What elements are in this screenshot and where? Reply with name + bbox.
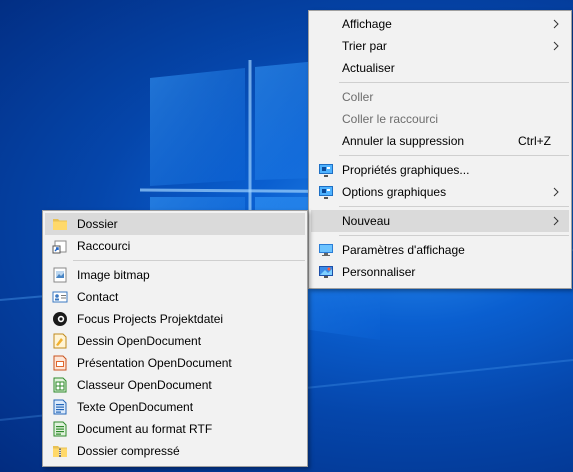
opendocument-spreadsheet-icon: [53, 377, 67, 393]
menu-item-label: Présentation OpenDocument: [77, 356, 232, 370]
menu-item-trier-par[interactable]: Trier par: [311, 35, 569, 57]
desktop-context-menu: Affichage Trier par Actualiser Coller Co…: [308, 10, 572, 289]
chevron-right-icon: [553, 216, 559, 226]
menu-item-label: Document au format RTF: [77, 422, 213, 436]
shortcut-icon: [52, 240, 67, 254]
menu-item-label: Coller: [342, 90, 374, 104]
menu-item-presentation-opendocument[interactable]: Présentation OpenDocument: [45, 352, 305, 374]
menu-item-label: Classeur OpenDocument: [77, 378, 212, 392]
menu-item-dossier-compresse[interactable]: Dossier compressé: [45, 440, 305, 462]
menu-item-label: Paramètres d'affichage: [342, 243, 465, 257]
menu-item-label: Raccourci: [77, 239, 131, 253]
menu-separator: [339, 155, 569, 156]
graphics-options-icon: [319, 186, 333, 199]
menu-separator: [339, 82, 569, 83]
menu-item-classeur-opendocument[interactable]: Classeur OpenDocument: [45, 374, 305, 396]
menu-item-label: Focus Projects Projektdatei: [77, 312, 224, 326]
menu-item-label: Options graphiques: [342, 185, 447, 199]
chevron-right-icon: [553, 19, 559, 29]
menu-item-coller-le-raccourci[interactable]: Coller le raccourci: [311, 108, 569, 130]
menu-item-label: Coller le raccourci: [342, 112, 439, 126]
menu-item-nouveau[interactable]: Nouveau: [311, 210, 569, 232]
chevron-right-icon: [553, 41, 559, 51]
opendocument-text-icon: [53, 399, 67, 415]
menu-item-shortcut: Ctrl+Z: [518, 134, 551, 148]
menu-item-label: Dossier: [77, 217, 118, 231]
menu-item-label: Dossier compressé: [77, 444, 180, 458]
menu-item-label: Dessin OpenDocument: [77, 334, 202, 348]
menu-item-personnaliser[interactable]: Personnaliser: [311, 261, 569, 283]
menu-separator: [339, 235, 569, 236]
folder-icon: [53, 219, 67, 230]
menu-item-coller[interactable]: Coller: [311, 86, 569, 108]
menu-item-label: Nouveau: [342, 214, 391, 228]
display-settings-icon: [319, 244, 333, 256]
menu-item-proprietes-graphiques[interactable]: Propriétés graphiques...: [311, 159, 569, 181]
menu-item-raccourci[interactable]: Raccourci: [45, 235, 305, 257]
graphics-properties-icon: [319, 164, 333, 177]
bitmap-icon: [53, 267, 67, 283]
menu-separator: [73, 260, 305, 261]
menu-item-label: Texte OpenDocument: [77, 400, 194, 414]
menu-separator: [339, 206, 569, 207]
menu-item-label: Personnaliser: [342, 265, 416, 279]
menu-item-texte-opendocument[interactable]: Texte OpenDocument: [45, 396, 305, 418]
menu-item-dossier[interactable]: Dossier: [45, 213, 305, 235]
menu-item-label: Contact: [77, 290, 119, 304]
menu-item-options-graphiques[interactable]: Options graphiques: [311, 181, 569, 203]
opendocument-presentation-icon: [53, 355, 67, 371]
menu-item-affichage[interactable]: Affichage: [311, 13, 569, 35]
menu-item-label: Actualiser: [342, 61, 395, 75]
personalize-icon: [319, 266, 333, 278]
nouveau-submenu: Dossier Raccourci Image bitmap Contact F…: [42, 210, 308, 467]
menu-item-contact[interactable]: Contact: [45, 286, 305, 308]
rtf-document-icon: [53, 421, 67, 437]
menu-item-image-bitmap[interactable]: Image bitmap: [45, 264, 305, 286]
menu-item-document-rtf[interactable]: Document au format RTF: [45, 418, 305, 440]
menu-item-actualiser[interactable]: Actualiser: [311, 57, 569, 79]
opendocument-drawing-icon: [53, 333, 67, 349]
contact-icon: [52, 291, 68, 303]
zip-folder-icon: [53, 446, 67, 457]
menu-item-label: Affichage: [342, 17, 392, 31]
focus-projects-icon: [53, 312, 67, 326]
menu-item-label: Image bitmap: [77, 268, 150, 282]
menu-item-parametres-affichage[interactable]: Paramètres d'affichage: [311, 239, 569, 261]
menu-item-dessin-opendocument[interactable]: Dessin OpenDocument: [45, 330, 305, 352]
menu-item-label: Annuler la suppression: [342, 134, 465, 148]
menu-item-focus-projects[interactable]: Focus Projects Projektdatei: [45, 308, 305, 330]
chevron-right-icon: [553, 187, 559, 197]
menu-item-annuler-la-suppression[interactable]: Annuler la suppression Ctrl+Z: [311, 130, 569, 152]
menu-item-label: Propriétés graphiques...: [342, 163, 470, 177]
menu-item-label: Trier par: [342, 39, 387, 53]
